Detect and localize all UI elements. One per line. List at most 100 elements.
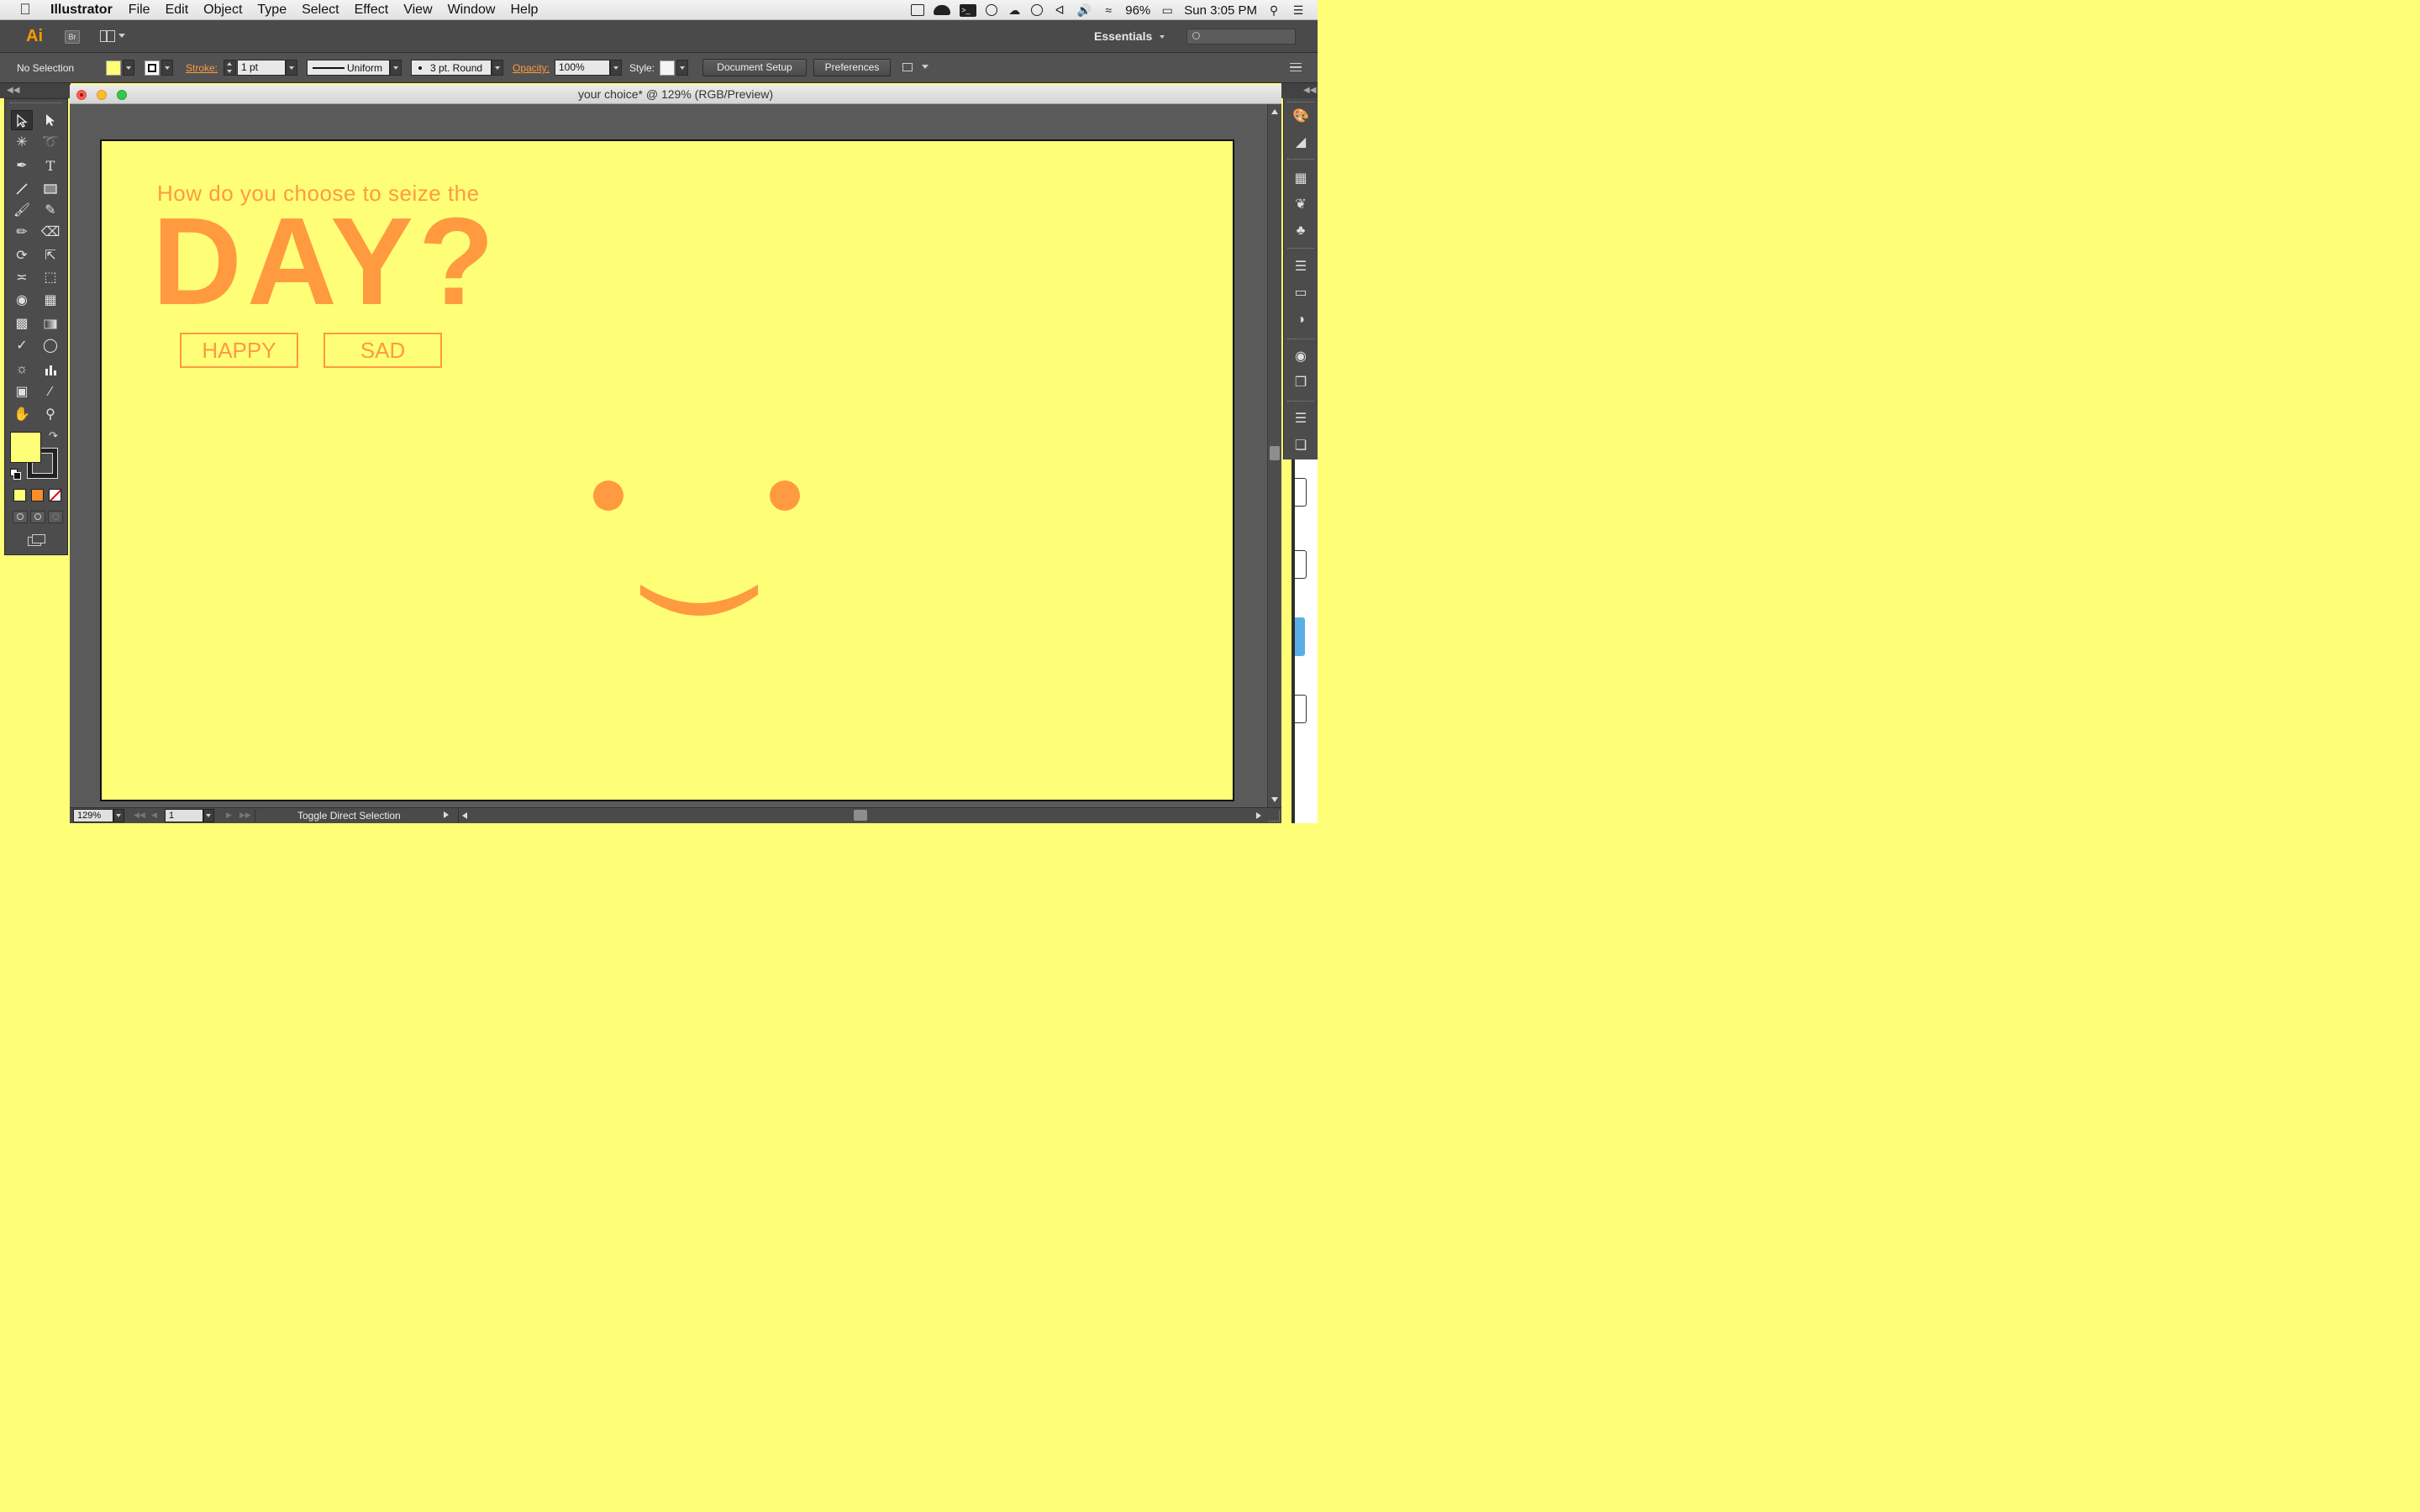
vertical-scrollbar[interactable] bbox=[1267, 104, 1281, 807]
scale-tool-icon[interactable]: ⇱ bbox=[39, 246, 61, 266]
artboard-dropdown[interactable] bbox=[203, 809, 214, 822]
previous-artboard-icon[interactable]: ◀ bbox=[151, 811, 157, 820]
blob-brush-tool-icon[interactable]: ✏ bbox=[11, 223, 33, 243]
happy-button[interactable]: HAPPY bbox=[180, 333, 298, 368]
fill-dropdown[interactable] bbox=[123, 60, 134, 76]
stroke-panel-icon[interactable]: ☰ bbox=[1292, 258, 1310, 276]
menu-select[interactable]: Select bbox=[294, 3, 346, 18]
variable-width-profile[interactable]: Uniform bbox=[307, 60, 390, 76]
fill-color-box[interactable] bbox=[10, 432, 41, 463]
pen-tool-icon[interactable]: ✒ bbox=[11, 156, 33, 176]
terminal-icon[interactable]: >_ bbox=[960, 3, 977, 17]
expand-panels-icon[interactable]: ◀◀ bbox=[1303, 86, 1316, 95]
artboard-tool-icon[interactable]: ▣ bbox=[11, 382, 33, 402]
draw-behind-button[interactable] bbox=[30, 511, 45, 523]
column-graph-tool-icon[interactable] bbox=[39, 360, 61, 380]
artboard-number-field[interactable]: 1 bbox=[165, 809, 203, 822]
panel-grip[interactable] bbox=[10, 102, 62, 106]
transparency-panel-icon[interactable]: ◑ bbox=[1292, 311, 1310, 329]
menu-window[interactable]: Window bbox=[440, 3, 503, 18]
hand-tool-icon[interactable]: ✋ bbox=[11, 405, 33, 425]
scroll-left-icon[interactable] bbox=[462, 812, 467, 819]
app-menu[interactable]: Illustrator bbox=[50, 3, 121, 18]
apple-menu-icon[interactable]:  bbox=[0, 1, 50, 18]
gradient-tool-icon[interactable] bbox=[39, 314, 61, 334]
resize-grip[interactable] bbox=[1269, 811, 1280, 822]
menu-object[interactable]: Object bbox=[196, 3, 250, 18]
brushes-icon[interactable]: ❦ bbox=[1292, 196, 1310, 214]
layers-panel-icon[interactable]: ☰ bbox=[1292, 410, 1310, 428]
smiley-right-eye[interactable] bbox=[770, 480, 800, 511]
brush-definition[interactable]: 3 pt. Round bbox=[411, 60, 492, 76]
perspective-grid-tool-icon[interactable]: ▦ bbox=[39, 291, 61, 311]
document-setup-button[interactable]: Document Setup bbox=[702, 59, 807, 76]
stroke-color-swatch[interactable] bbox=[145, 60, 160, 76]
status-text[interactable]: Toggle Direct Selection bbox=[255, 810, 448, 822]
slice-tool-icon[interactable]: ∕ bbox=[39, 382, 61, 402]
screen-mode-icon[interactable] bbox=[28, 534, 46, 548]
color-guide-icon[interactable]: ◢ bbox=[1292, 134, 1310, 152]
stroke-weight-dropdown[interactable] bbox=[286, 60, 297, 76]
workspace-switcher[interactable]: Essentials bbox=[1094, 29, 1152, 43]
chevron-down-icon[interactable] bbox=[922, 65, 929, 69]
smiley-left-eye[interactable] bbox=[593, 480, 623, 511]
panel-grip[interactable] bbox=[1287, 248, 1314, 251]
none-mode-button[interactable] bbox=[49, 489, 61, 501]
opacity-field[interactable]: 100% bbox=[555, 60, 610, 76]
first-artboard-icon[interactable]: ◀◀ bbox=[134, 811, 145, 820]
panel-grip[interactable] bbox=[1287, 401, 1314, 404]
menu-help[interactable]: Help bbox=[502, 3, 545, 18]
canvas[interactable]: How do you choose to seize the DAY? HAPP… bbox=[70, 104, 1267, 807]
menu-type[interactable]: Type bbox=[250, 3, 294, 18]
panel-grip[interactable] bbox=[1287, 102, 1314, 105]
minimize-window-button[interactable] bbox=[97, 90, 107, 100]
stroke-weight-field[interactable]: 1 pt bbox=[237, 60, 286, 76]
shape-builder-tool-icon[interactable]: ◉ bbox=[11, 291, 33, 311]
wifi-icon[interactable]: ≈ bbox=[1101, 3, 1116, 17]
symbol-sprayer-tool-icon[interactable]: ☼ bbox=[11, 360, 33, 380]
align-icon[interactable] bbox=[901, 61, 916, 75]
rectangle-tool-icon[interactable] bbox=[39, 179, 61, 199]
scroll-right-icon[interactable] bbox=[1256, 812, 1261, 819]
panel-menu-icon[interactable] bbox=[1290, 63, 1302, 71]
color-mode-button[interactable] bbox=[13, 489, 26, 501]
document-titlebar[interactable]: your choice* @ 129% (RGB/Preview) bbox=[70, 85, 1281, 104]
clock[interactable]: Sun 3:05 PM bbox=[1184, 3, 1257, 18]
bridge-button[interactable]: Br bbox=[65, 30, 80, 44]
horizontal-scroll-thumb[interactable] bbox=[854, 810, 867, 821]
arrange-documents-icon[interactable] bbox=[100, 30, 125, 44]
color-panel-icon[interactable]: 🎨 bbox=[1292, 108, 1310, 126]
menu-file[interactable]: File bbox=[121, 3, 158, 18]
close-window-button[interactable] bbox=[76, 90, 87, 100]
zoom-tool-icon[interactable]: ⚲ bbox=[39, 405, 61, 425]
notification-center-icon[interactable]: ☰ bbox=[1291, 3, 1306, 17]
smiley-mouth[interactable] bbox=[638, 583, 760, 625]
menu-edit[interactable]: Edit bbox=[158, 3, 197, 18]
draw-inside-button[interactable] bbox=[48, 511, 63, 523]
eyedropper-tool-icon[interactable]: ✓ bbox=[11, 336, 33, 356]
horizontal-scrollbar[interactable] bbox=[458, 808, 1266, 823]
swatches-icon[interactable]: ▦ bbox=[1292, 170, 1310, 188]
stroke-label[interactable]: Stroke: bbox=[186, 62, 218, 74]
eye-icon[interactable] bbox=[1031, 4, 1044, 16]
width-tool-icon[interactable]: ≍ bbox=[11, 268, 33, 288]
panel-grip[interactable] bbox=[1287, 339, 1314, 342]
selection-tool-icon[interactable] bbox=[11, 110, 33, 130]
artboard[interactable]: How do you choose to seize the DAY? HAPP… bbox=[100, 139, 1234, 801]
appearance-panel-icon[interactable]: ◉ bbox=[1292, 348, 1310, 366]
spotlight-icon[interactable]: ⚲ bbox=[1266, 3, 1281, 17]
default-fill-stroke-icon[interactable] bbox=[10, 469, 21, 480]
headline-text[interactable]: DAY? bbox=[152, 200, 499, 324]
chevron-down-icon[interactable] bbox=[1160, 35, 1165, 39]
sad-button[interactable]: SAD bbox=[324, 333, 442, 368]
magic-wand-tool-icon[interactable]: ✳ bbox=[11, 133, 33, 153]
volume-icon[interactable]: 🔊 bbox=[1076, 3, 1092, 17]
scroll-up-icon[interactable] bbox=[1271, 109, 1278, 114]
sync-icon[interactable] bbox=[986, 4, 998, 16]
bluetooth-icon[interactable]: ᐊ bbox=[1052, 3, 1067, 17]
zoom-dropdown[interactable] bbox=[113, 809, 124, 822]
collapse-icon[interactable]: ◀◀ bbox=[7, 86, 19, 95]
zoom-window-button[interactable] bbox=[117, 90, 127, 100]
graphic-style-swatch[interactable] bbox=[660, 60, 675, 76]
opacity-label[interactable]: Opacity: bbox=[513, 62, 550, 74]
